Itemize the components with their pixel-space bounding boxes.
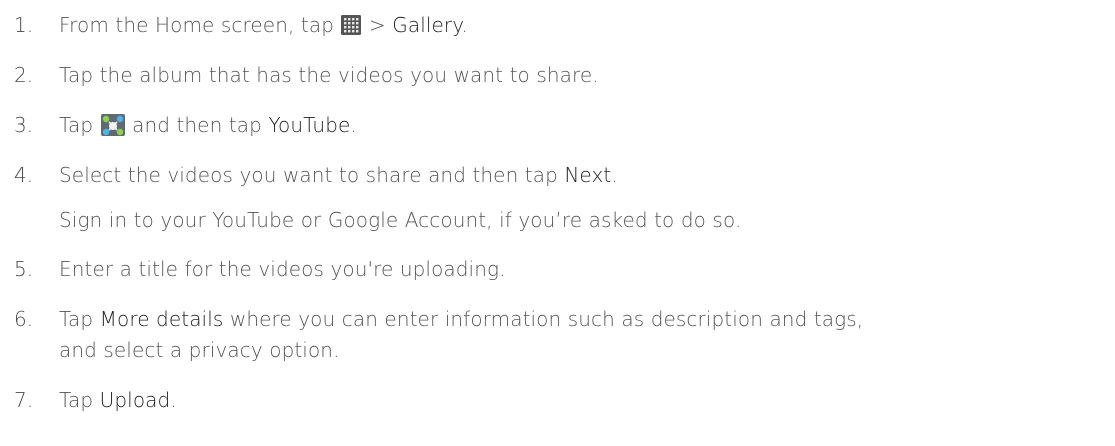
step-text-segment: Tap xyxy=(59,388,100,412)
step-text-segment: and then tap xyxy=(125,113,269,137)
step-text: and select a privacy option. xyxy=(59,337,340,363)
step-text-segment: . xyxy=(350,113,357,137)
step-text-segment: . xyxy=(170,388,177,412)
step-text-segment: where you can enter information such as … xyxy=(223,307,864,331)
share-icon xyxy=(100,114,125,136)
step-number: 5. xyxy=(14,257,34,281)
step-text-segment: Enter a title for the videos you're uplo… xyxy=(59,257,506,281)
step-text: Enter a title for the videos you're uplo… xyxy=(59,256,506,282)
step-text: Tap the album that has the videos you wa… xyxy=(59,62,599,88)
step-text: Select the videos you want to share and … xyxy=(59,162,618,188)
step-text: Tap and then tap YouTube. xyxy=(59,112,357,138)
step-text-segment: From the Home screen, tap xyxy=(59,13,341,37)
step-text-segment: Tap the album that has the videos you wa… xyxy=(59,63,599,87)
step-text-segment: Tap xyxy=(59,113,100,137)
step-text-segment: and select a privacy option. xyxy=(59,338,340,362)
step-text-segment: . xyxy=(611,163,618,187)
step-number: 1. xyxy=(14,13,34,37)
step-text: Tap More details where you can enter inf… xyxy=(59,306,863,332)
step-text-segment: Sign in to your YouTube or Google Accoun… xyxy=(59,208,742,232)
step-number: 2. xyxy=(14,63,34,87)
step-number: 3. xyxy=(14,113,34,137)
ui-term: Next xyxy=(564,163,612,187)
ui-term: YouTube xyxy=(268,113,351,137)
step-text-segment: Tap xyxy=(59,307,100,331)
step-number: 7. xyxy=(14,388,34,412)
ui-term: Gallery xyxy=(392,13,462,37)
step-number: 6. xyxy=(14,307,34,331)
step-number: 4. xyxy=(14,163,34,187)
ui-term: More details xyxy=(99,307,224,331)
step-text: Tap Upload. xyxy=(59,387,177,413)
step-text-segment: > xyxy=(362,13,393,37)
apps-grid-icon xyxy=(341,15,362,35)
ui-term: Upload xyxy=(99,388,171,412)
step-text-segment: Select the videos you want to share and … xyxy=(59,163,565,187)
step-text-segment: . xyxy=(461,13,468,37)
step-text: Sign in to your YouTube or Google Accoun… xyxy=(59,207,741,233)
step-text: From the Home screen, tap > Gallery. xyxy=(59,12,468,38)
